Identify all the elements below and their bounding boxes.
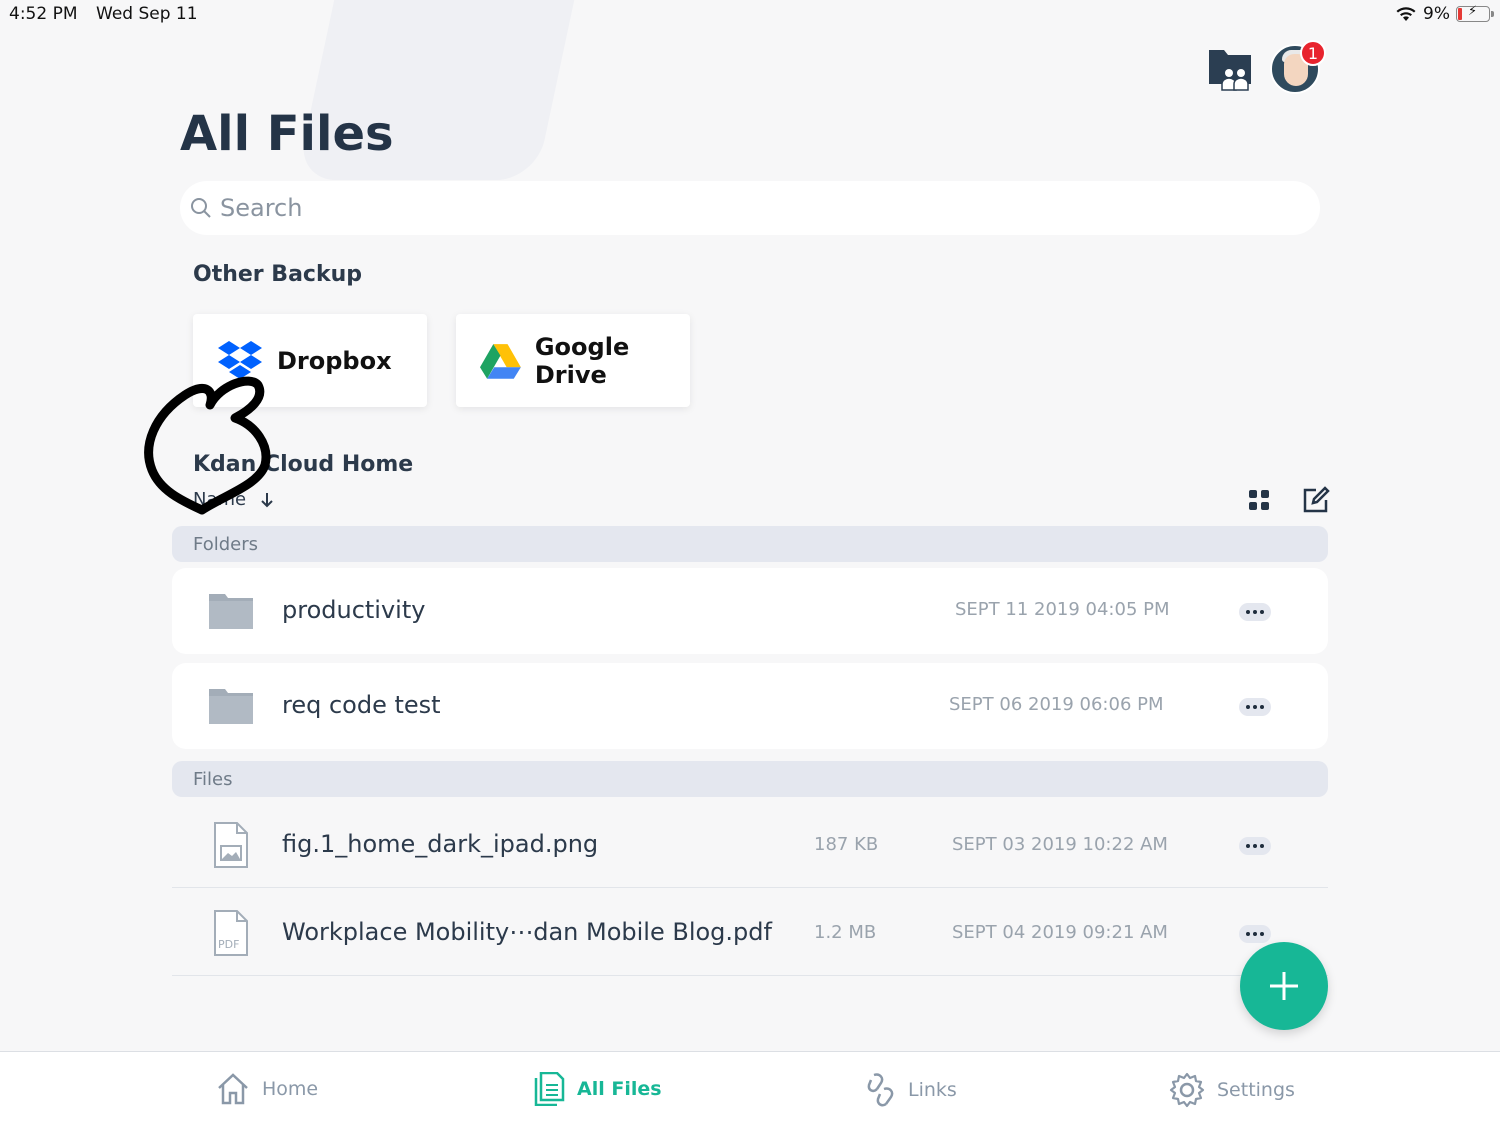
search-icon	[191, 198, 211, 218]
tab-settings[interactable]: Settings	[1169, 1072, 1295, 1108]
edit-icon[interactable]	[1302, 486, 1330, 514]
dropbox-card[interactable]: Dropbox	[193, 314, 427, 407]
files-icon	[534, 1072, 565, 1106]
more-options-button[interactable]	[1239, 603, 1271, 621]
search-input[interactable]	[220, 194, 1120, 222]
file-date: SEPT 03 2019 10:22 AM	[952, 834, 1168, 855]
file-size: 1.2 MB	[814, 922, 877, 943]
image-file-icon	[214, 822, 248, 868]
avatar[interactable]: 1	[1270, 40, 1326, 94]
arrow-down-icon	[261, 492, 273, 507]
svg-text:PDF: PDF	[218, 938, 239, 951]
notification-badge: 1	[1300, 40, 1326, 66]
links-icon	[867, 1073, 894, 1107]
status-right: 9% ⚡	[1395, 4, 1494, 24]
file-row[interactable]: PDF Workplace Mobility⋯dan Mobile Blog.p…	[172, 888, 1328, 976]
tab-all-files[interactable]: All Files	[533, 1072, 662, 1106]
tab-bar: Home All Files Links Settings	[0, 1051, 1500, 1125]
wifi-icon	[1396, 7, 1416, 21]
battery-icon: ⚡	[1456, 4, 1494, 22]
folder-name: req code test	[282, 691, 441, 719]
google-drive-label: Google Drive	[534, 332, 630, 389]
folder-row[interactable]: productivity SEPT 11 2019 04:05 PM	[172, 568, 1328, 654]
google-drive-card[interactable]: Google Drive	[456, 314, 690, 407]
more-options-button[interactable]	[1239, 837, 1271, 855]
shared-folder-icon[interactable]	[1208, 46, 1254, 92]
tab-links[interactable]: Links	[864, 1072, 957, 1108]
folder-date: SEPT 06 2019 06:06 PM	[949, 694, 1164, 715]
more-options-button[interactable]	[1239, 925, 1271, 943]
page-title: All Files	[180, 106, 394, 162]
tab-links-label: Links	[908, 1079, 957, 1101]
dropbox-icon	[218, 340, 262, 379]
file-name: Workplace Mobility⋯dan Mobile Blog.pdf	[282, 918, 772, 946]
plus-icon	[1270, 972, 1298, 1000]
folder-icon	[209, 594, 253, 629]
tab-home-label: Home	[262, 1078, 319, 1100]
folder-date: SEPT 11 2019 04:05 PM	[955, 599, 1170, 620]
other-backup-heading: Other Backup	[193, 262, 363, 287]
tab-settings-label: Settings	[1217, 1079, 1295, 1101]
status-bar: 4:52 PM Wed Sep 11 9% ⚡	[0, 0, 1500, 30]
folder-name: productivity	[282, 596, 426, 624]
google-drive-icon	[480, 343, 521, 379]
header-actions: 1	[1208, 40, 1326, 94]
file-size: 187 KB	[814, 834, 879, 855]
status-time: 4:52 PM	[9, 4, 78, 24]
folder-row[interactable]: req code test SEPT 06 2019 06:06 PM	[172, 663, 1328, 749]
files-header: Files	[172, 761, 1328, 797]
folders-header: Folders	[172, 526, 1328, 562]
gear-icon	[1169, 1072, 1205, 1108]
home-icon	[218, 1073, 248, 1105]
dropbox-label: Dropbox	[277, 346, 392, 375]
view-controls	[1248, 486, 1330, 514]
grid-view-icon[interactable]	[1248, 489, 1270, 511]
file-row[interactable]: fig.1_home_dark_ipad.png 187 KB SEPT 03 …	[172, 800, 1328, 888]
cloud-home-heading: Kdan Cloud Home	[193, 452, 414, 477]
sort-label: Name	[193, 489, 247, 510]
search-bar[interactable]	[180, 181, 1320, 235]
battery-percent: 9%	[1423, 4, 1450, 24]
file-name: fig.1_home_dark_ipad.png	[282, 830, 599, 858]
tab-all-files-label: All Files	[577, 1078, 662, 1100]
file-date: SEPT 04 2019 09:21 AM	[952, 922, 1168, 943]
tab-home[interactable]: Home	[216, 1072, 318, 1106]
more-options-button[interactable]	[1239, 698, 1271, 716]
status-date: Wed Sep 11	[96, 4, 198, 24]
sort-control[interactable]: Name	[193, 489, 274, 510]
folder-icon	[209, 689, 253, 724]
add-button[interactable]	[1240, 942, 1328, 1030]
pdf-file-icon: PDF	[214, 910, 248, 956]
